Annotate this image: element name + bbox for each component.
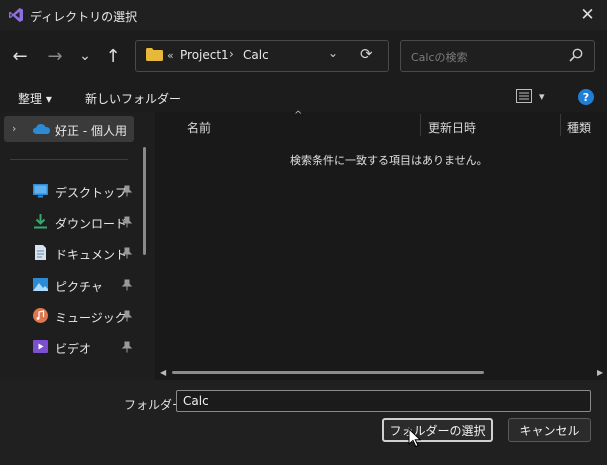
address-overflow-chevron[interactable]: « <box>167 49 174 62</box>
sidebar-item-music[interactable]: ミュージック <box>55 309 127 326</box>
breadcrumb-calc[interactable]: Calc <box>243 48 269 62</box>
sidebar-item-documents[interactable]: ドキュメント <box>55 246 127 263</box>
scroll-right-icon[interactable]: ▶ <box>597 368 603 377</box>
organize-menu[interactable]: 整理 ▾ <box>18 90 52 107</box>
new-folder-button[interactable]: 新しいフォルダー <box>85 90 181 107</box>
video-icon <box>33 340 48 353</box>
pin-icon[interactable] <box>121 279 133 291</box>
pin-icon[interactable] <box>121 247 133 259</box>
pin-icon[interactable] <box>121 185 133 197</box>
visual-studio-logo-icon <box>9 8 23 22</box>
breadcrumb-project1[interactable]: Project1 <box>180 48 229 62</box>
sidebar-item-label: 好正 - 個人用 <box>55 124 127 138</box>
column-header-name[interactable]: 名前 <box>187 119 211 136</box>
cancel-button[interactable]: キャンセル <box>508 418 591 442</box>
recent-locations-button[interactable]: ⌄ <box>73 44 97 68</box>
sort-indicator-icon: ^ <box>294 110 303 121</box>
horizontal-scrollbar[interactable] <box>172 371 484 374</box>
scroll-left-icon[interactable]: ◀ <box>160 368 166 377</box>
sidebar-divider <box>10 159 128 160</box>
column-header-type[interactable]: 種類 <box>567 119 591 136</box>
mouse-cursor-icon <box>408 428 422 448</box>
sidebar-item-videos[interactable]: ビデオ <box>55 340 91 357</box>
download-icon <box>34 214 47 229</box>
address-history-dropdown[interactable]: ⌄ <box>328 46 338 60</box>
search-placeholder[interactable]: Calcの検索 <box>411 49 468 65</box>
view-options-icon[interactable] <box>516 89 532 103</box>
view-options-dropdown[interactable]: ▾ <box>539 90 545 103</box>
sidebar-item-desktop[interactable]: デスクトップ <box>55 184 127 201</box>
pin-icon[interactable] <box>121 310 133 322</box>
folder-icon <box>146 48 163 61</box>
breadcrumb-separator[interactable]: › <box>229 47 234 61</box>
up-button[interactable]: ↑ <box>101 44 125 68</box>
column-divider[interactable] <box>560 114 561 136</box>
document-icon <box>35 245 46 260</box>
folder-name-field[interactable]: Calc <box>176 390 591 412</box>
sidebar-scrollbar[interactable] <box>143 147 146 255</box>
help-icon[interactable]: ? <box>578 89 594 105</box>
empty-results-message: 検索条件に一致する項目はありません。 <box>290 154 488 167</box>
pictures-icon <box>33 278 48 291</box>
select-folder-button[interactable]: フォルダーの選択 <box>382 418 493 442</box>
close-button[interactable]: ✕ <box>568 0 607 30</box>
desktop-icon <box>33 184 48 198</box>
forward-button[interactable]: → <box>43 44 67 68</box>
pin-icon[interactable] <box>121 341 133 353</box>
sidebar-item-downloads[interactable]: ダウンロード <box>55 215 127 232</box>
back-button[interactable]: ← <box>8 44 32 68</box>
music-icon <box>33 308 48 323</box>
search-icon[interactable] <box>568 47 584 63</box>
column-header-modified[interactable]: 更新日時 <box>428 119 476 136</box>
onedrive-cloud-icon <box>33 124 50 134</box>
column-divider[interactable] <box>420 114 421 136</box>
window-title: ディレクトリの選択 <box>30 10 138 24</box>
sidebar-item-pictures[interactable]: ピクチャ <box>55 278 103 295</box>
chevron-right-icon[interactable]: › <box>12 122 16 135</box>
pin-icon[interactable] <box>121 216 133 228</box>
refresh-icon[interactable]: ⟳ <box>360 45 373 63</box>
